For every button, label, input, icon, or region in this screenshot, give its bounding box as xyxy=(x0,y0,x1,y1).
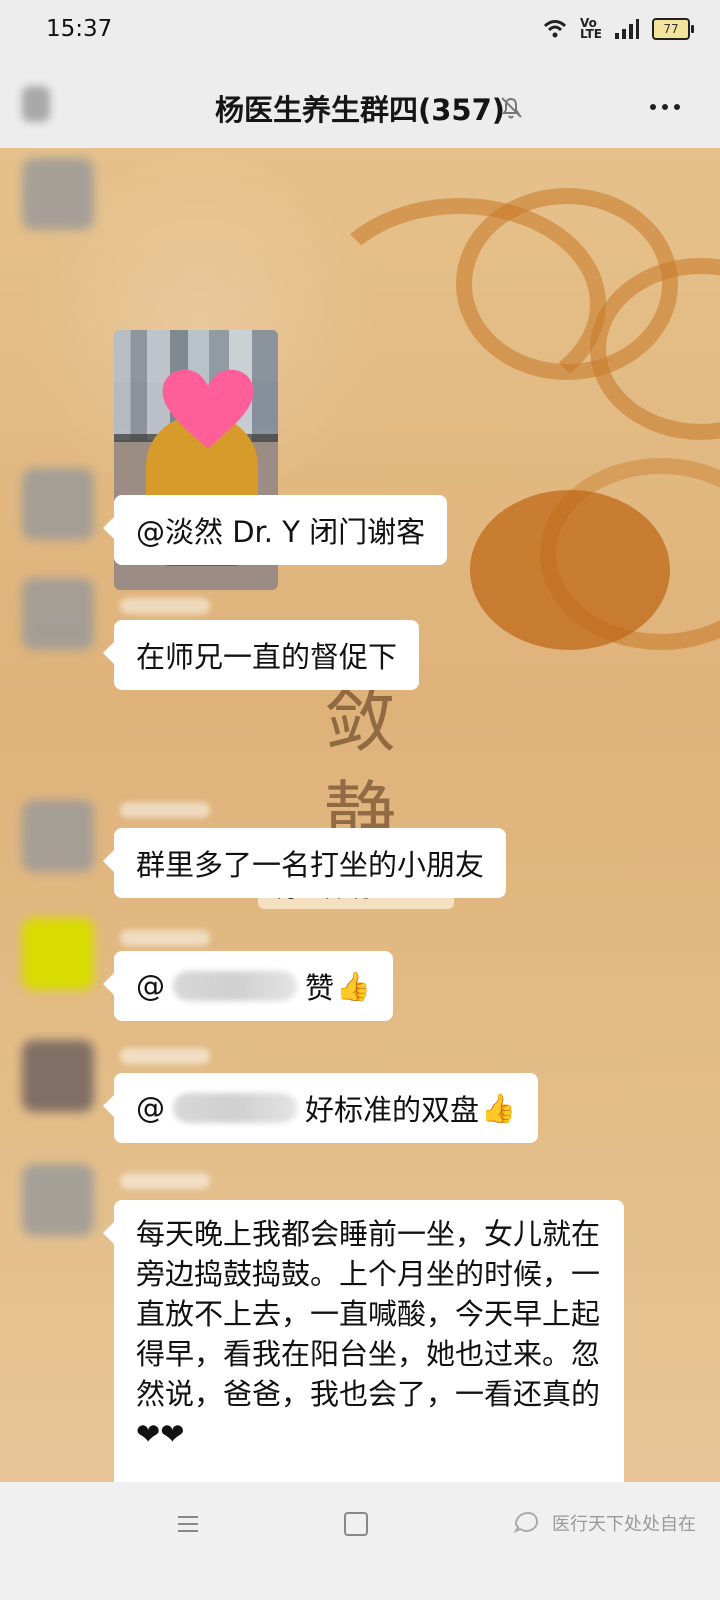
mention-name-blurred xyxy=(173,971,297,1001)
chat-title: 杨医生养生群四(357) xyxy=(214,93,506,127)
mention-name-blurred xyxy=(173,1093,297,1123)
avatar[interactable] xyxy=(22,578,94,650)
mention-prefix: @ xyxy=(136,1091,165,1125)
message-text: 每天晚上我都会睡前一坐，女儿就在旁边捣鼓捣鼓。上个月坐的时候，一直放不上去，一直… xyxy=(136,1217,601,1451)
message-bubble[interactable]: 每天晚上我都会睡前一坐，女儿就在旁边捣鼓捣鼓。上个月坐的时候，一直放不上去，一直… xyxy=(103,1200,624,1482)
sender-name-blurred xyxy=(120,1173,210,1189)
avatar[interactable] xyxy=(22,468,94,540)
watermark-text: 医行天下处处自在 xyxy=(552,1514,696,1535)
message-bubble[interactable]: 群里多了一名打坐的小朋友 xyxy=(102,828,507,898)
wifi-icon xyxy=(543,20,567,38)
title-bar: 杨医生养生群四(357) xyxy=(0,62,720,148)
message-text: 赞 xyxy=(305,971,335,1005)
status-bar: 15:37 Vo LTE 77 xyxy=(0,0,720,62)
avatar[interactable] xyxy=(22,800,94,872)
sender-name-blurred xyxy=(120,598,210,614)
message-text: 好标准的双盘 xyxy=(305,1093,480,1127)
home-icon[interactable] xyxy=(344,1512,368,1536)
sender-name-blurred xyxy=(120,802,210,818)
avatar[interactable] xyxy=(22,1040,94,1112)
battery-icon: 77 xyxy=(652,18,694,40)
thumbs-up-icon: 👍 xyxy=(336,969,371,1003)
message-bubble[interactable]: @淡然 Dr. Y 闭门谢客 xyxy=(102,495,448,565)
menu-icon[interactable] xyxy=(176,1512,200,1536)
bottom-navigation: 医行天下处处自在 xyxy=(0,1482,720,1600)
avatar[interactable] xyxy=(22,158,94,230)
message-bubble[interactable]: 在师兄一直的督促下 xyxy=(102,620,420,690)
status-icons: Vo LTE 77 xyxy=(542,16,694,41)
message-text: 在师兄一直的督促下 xyxy=(136,640,398,674)
sender-name-blurred xyxy=(120,930,210,946)
volte-icon: Vo LTE xyxy=(579,16,602,41)
status-time: 15:37 xyxy=(46,16,113,42)
mention-prefix: @ xyxy=(136,969,165,1003)
background-sun xyxy=(470,490,670,650)
wechat-watermark-icon xyxy=(513,1511,539,1534)
bell-off-icon xyxy=(501,97,522,119)
message-text: @淡然 Dr. Y 闭门谢客 xyxy=(136,515,426,549)
avatar[interactable] xyxy=(22,918,94,990)
more-icon[interactable] xyxy=(648,102,682,112)
heart-sticker-icon xyxy=(162,369,254,449)
signal-icon xyxy=(615,19,639,39)
message-bubble[interactable]: @ 赞 👍 xyxy=(103,951,393,1021)
thumbs-up-icon: 👍 xyxy=(481,1091,516,1125)
message-bubble[interactable]: @ 好标准的双盘 👍 xyxy=(103,1073,538,1143)
message-text: 群里多了一名打坐的小朋友 xyxy=(136,848,485,882)
sender-name-blurred xyxy=(120,1048,210,1064)
chat-area[interactable]: 敛静 @淡然 Dr. Y 闭门谢客 在师兄一直的督促下 3月12日 晚上23:5… xyxy=(0,148,720,1482)
avatar[interactable] xyxy=(22,1164,94,1236)
